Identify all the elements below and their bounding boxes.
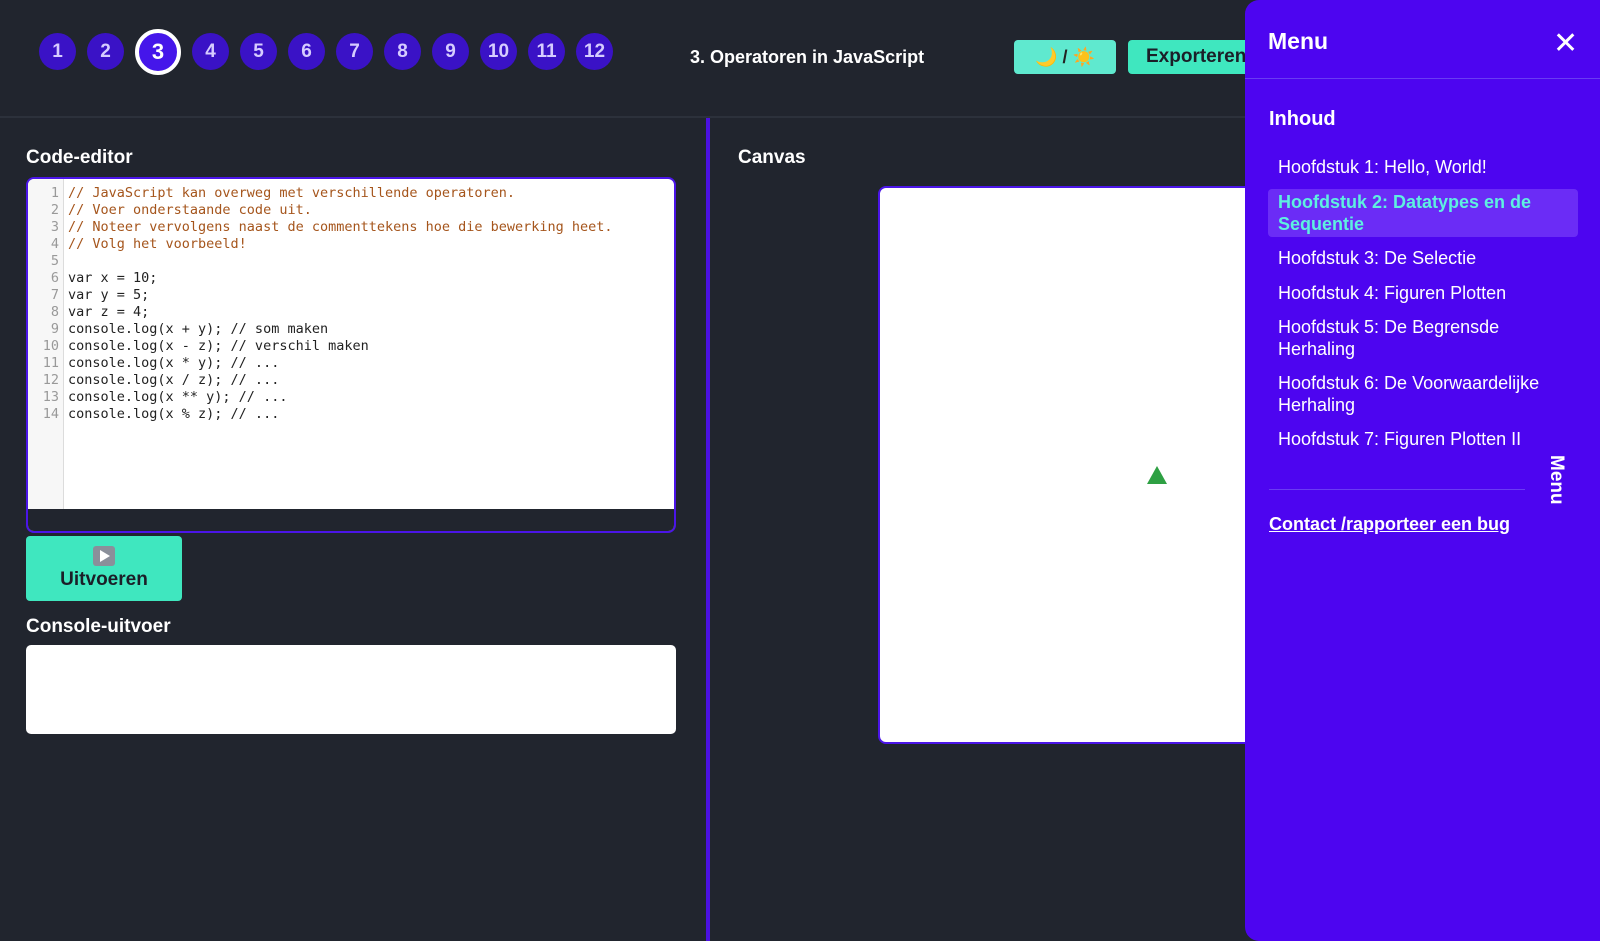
toc-item-chapter-3[interactable]: Hoofdstuk 3: De Selectie <box>1278 247 1568 269</box>
step-1[interactable]: 1 <box>39 33 76 70</box>
step-5[interactable]: 5 <box>240 33 277 70</box>
turtle-cursor-icon <box>1147 466 1167 484</box>
run-button[interactable]: Uitvoeren <box>26 536 182 601</box>
step-9[interactable]: 9 <box>432 33 469 70</box>
toc-item-chapter-7[interactable]: Hoofdstuk 7: Figuren Plotten II <box>1278 428 1533 450</box>
step-3-active[interactable]: 3 <box>135 28 181 75</box>
moon-icon: 🌙 <box>1035 46 1058 67</box>
theme-toggle-button[interactable]: 🌙 / ☀️ <box>1014 40 1116 74</box>
play-icon <box>93 546 115 566</box>
run-label: Uitvoeren <box>60 569 148 590</box>
toc-item-chapter-2-active[interactable]: Hoofdstuk 2: Datatypes en de Sequentie <box>1268 189 1578 237</box>
close-icon[interactable]: ✕ <box>1553 26 1578 61</box>
step-6[interactable]: 6 <box>288 33 325 70</box>
code-editor-label: Code-editor <box>26 147 133 168</box>
contact-link[interactable]: Contact /rapporteer een bug <box>1269 514 1510 535</box>
step-10[interactable]: 10 <box>480 33 517 70</box>
step-7[interactable]: 7 <box>336 33 373 70</box>
step-2[interactable]: 2 <box>87 33 124 70</box>
console-label: Console-uitvoer <box>26 616 171 637</box>
step-4[interactable]: 4 <box>192 33 229 70</box>
menu-title: Menu <box>1268 28 1329 54</box>
toc-item-chapter-6[interactable]: Hoofdstuk 6: De Voorwaardelijke Herhalin… <box>1278 372 1568 416</box>
step-12[interactable]: 12 <box>576 33 613 70</box>
menu-vertical-tab[interactable]: Menu <box>1545 455 1567 505</box>
toc-heading: Inhoud <box>1269 108 1336 130</box>
panel-divider[interactable] <box>706 118 710 941</box>
step-8[interactable]: 8 <box>384 33 421 70</box>
toc-item-chapter-4[interactable]: Hoofdstuk 4: Figuren Plotten <box>1278 282 1568 304</box>
menu-divider <box>1269 489 1525 490</box>
step-11[interactable]: 11 <box>528 33 565 70</box>
sun-icon: ☀️ <box>1072 46 1095 67</box>
code-editor[interactable]: 1// JavaScript kan overweg met verschill… <box>26 177 676 533</box>
side-menu: Menu ✕ Inhoud Hoofdstuk 1: Hello, World!… <box>1245 0 1600 941</box>
canvas-label: Canvas <box>738 147 806 168</box>
chapter-steps: 1 2 3 4 5 6 7 8 9 10 11 12 <box>39 28 613 75</box>
toc-item-chapter-5[interactable]: Hoofdstuk 5: De Begrensde Herhaling <box>1278 316 1568 360</box>
lesson-title: 3. Operatoren in JavaScript <box>690 47 925 67</box>
theme-separator: / <box>1062 46 1068 67</box>
toc-item-chapter-1[interactable]: Hoofdstuk 1: Hello, World! <box>1278 156 1568 178</box>
menu-header: Menu ✕ <box>1245 0 1600 79</box>
console-output <box>26 645 676 734</box>
drawing-canvas <box>878 186 1258 744</box>
editor-status-bar <box>28 509 674 531</box>
